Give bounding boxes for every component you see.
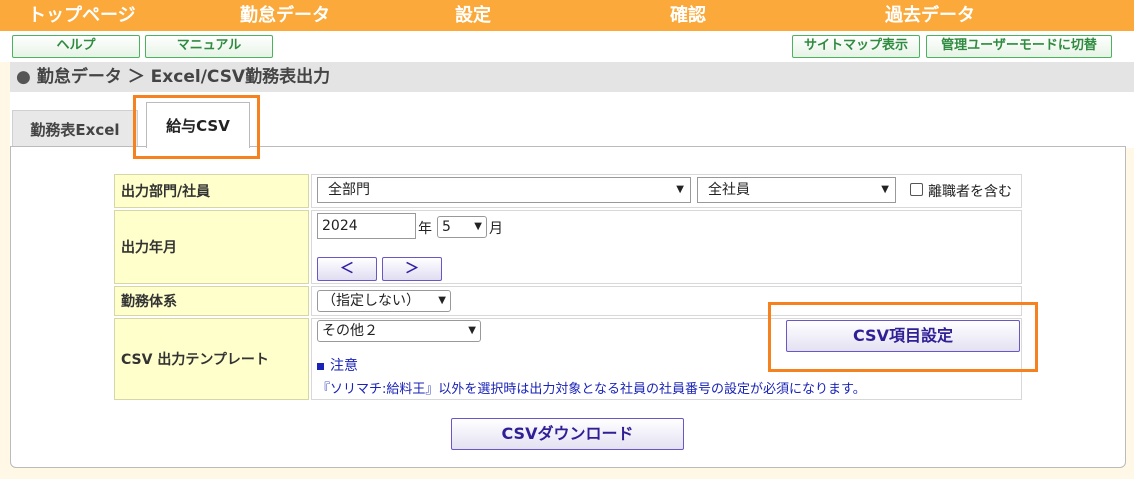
- nav-settings[interactable]: 設定: [455, 0, 491, 31]
- bullet-icon: ●: [16, 67, 31, 87]
- month-select[interactable]: 5 ▼: [437, 216, 487, 238]
- help-button[interactable]: ヘルプ: [12, 35, 140, 58]
- month-unit: 月: [489, 221, 503, 237]
- dept-select[interactable]: 全部門 ▼: [317, 177, 691, 203]
- include-retired-checkbox[interactable]: [910, 183, 923, 196]
- dept-label: 出力部門/社員: [114, 174, 309, 208]
- tab-bar: 勤務表Excel 給与CSV: [10, 92, 1134, 148]
- template-select[interactable]: その他２ ▼: [317, 320, 481, 342]
- admin-mode-button[interactable]: 管理ユーザーモードに切替: [926, 35, 1112, 58]
- worksystem-select-value: （指定しない）: [322, 293, 420, 309]
- tab-csv[interactable]: 給与CSV: [146, 102, 250, 148]
- manual-button[interactable]: マニュアル: [145, 35, 273, 58]
- dropdown-arrow-icon: ▼: [676, 184, 684, 195]
- template-select-value: その他２: [322, 323, 378, 339]
- nav-top-page[interactable]: トップページ: [28, 0, 136, 31]
- month-select-value: 5: [442, 219, 451, 235]
- employee-select-value: 全社員: [708, 182, 750, 198]
- chevron-down-icon: ▼: [474, 221, 482, 232]
- worksystem-label: 勤務体系: [114, 286, 309, 316]
- next-month-button[interactable]: ＞: [382, 257, 442, 281]
- chevron-down-icon: ▼: [438, 295, 446, 306]
- square-bullet-icon: [317, 362, 324, 370]
- note-title-text: 注意: [330, 358, 358, 374]
- yearmonth-label: 出力年月: [114, 210, 309, 284]
- prev-month-button[interactable]: ＜: [317, 257, 377, 281]
- sitemap-button[interactable]: サイトマップ表示: [792, 35, 920, 58]
- nav-past-data[interactable]: 過去データ: [885, 0, 975, 31]
- csv-download-button[interactable]: CSVダウンロード: [451, 418, 684, 450]
- year-unit: 年: [418, 221, 432, 237]
- note-text: 『ソリマチ:給料王』以外を選択時は出力対象となる社員の社員番号の設定が必須になり…: [317, 382, 866, 397]
- nav-confirm[interactable]: 確認: [670, 0, 706, 31]
- template-label: CSV 出力テンプレート: [114, 318, 309, 400]
- top-nav: トップページ 勤怠データ 設定 確認 過去データ: [0, 0, 1134, 31]
- nav-attendance-data[interactable]: 勤怠データ: [240, 0, 330, 31]
- year-input[interactable]: 2024: [317, 213, 416, 239]
- note-title: 注意: [317, 355, 358, 375]
- breadcrumb-text: 勤怠データ ＞ Excel/CSV勤務表出力: [36, 67, 331, 87]
- include-retired-label: 離職者を含む: [928, 184, 1012, 200]
- tab-excel[interactable]: 勤務表Excel: [12, 110, 138, 148]
- worksystem-select[interactable]: （指定しない） ▼: [317, 290, 451, 312]
- employee-select[interactable]: 全社員 ▼: [697, 177, 896, 203]
- dept-select-value: 全部門: [328, 182, 370, 198]
- dropdown-arrow-icon: ▼: [881, 184, 889, 195]
- breadcrumb: ● 勤怠データ ＞ Excel/CSV勤務表出力: [10, 62, 1134, 92]
- csv-settings-button[interactable]: CSV項目設定: [786, 320, 1020, 352]
- chevron-down-icon: ▼: [468, 325, 476, 336]
